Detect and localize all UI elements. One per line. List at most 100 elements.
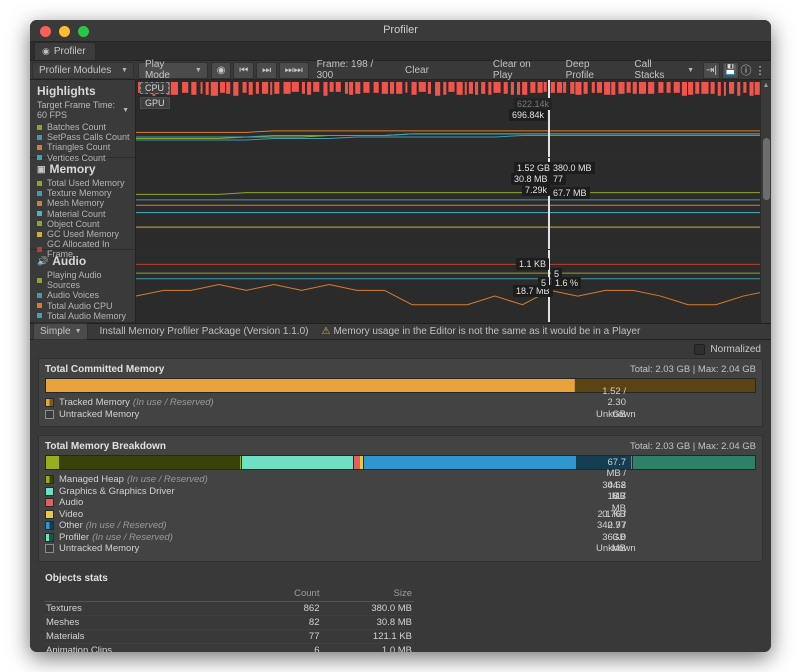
legend-row: Audio 18.7 MB (45, 497, 756, 509)
play-mode-dropdown[interactable]: Play Mode ▼ (138, 62, 208, 79)
legend-row: Untracked Memory Unknown (45, 409, 756, 421)
counter-mesh-memory: Mesh Memory (30, 198, 135, 208)
chart-graphs[interactable]: Highlights CPU GPU 622.14k 696.84k 1.52 … (136, 80, 771, 323)
counter-triangles-count: Triangles Count (30, 142, 135, 152)
counter-texture-memory: Texture Memory (30, 188, 135, 198)
objects-stats-title: Objects stats (44, 570, 757, 588)
legend-swatch (45, 487, 54, 496)
save-profile-button[interactable]: 💾 (722, 62, 739, 79)
legend-swatch (45, 398, 54, 407)
cpu-tag[interactable]: CPU (140, 82, 169, 94)
module-memory[interactable]: ▣ Memory Total Used Memory Texture Memor… (30, 158, 135, 250)
bar-segment-managed-heap-reserved[interactable] (59, 456, 241, 469)
bar-segment-graphics[interactable] (242, 456, 353, 469)
module-audio[interactable]: 🔊 Audio Playing Audio Sources Audio Voic… (30, 250, 135, 323)
section-total: Total: 2.03 GB | Max: 2.04 GB (630, 364, 756, 375)
call-stacks-dropdown[interactable]: Call Stacks ▼ (628, 62, 699, 79)
window-titlebar: Profiler (30, 20, 771, 42)
install-memory-profiler-button[interactable]: Install Memory Profiler Package (Version… (90, 326, 316, 337)
column-header-name (44, 588, 219, 602)
module-title: ▣ Memory (30, 161, 135, 178)
next-frame-icon: ⏭ (262, 65, 271, 76)
previous-frame-button[interactable]: ⏮ (233, 62, 254, 79)
help-button[interactable]: ⓘ (739, 62, 753, 79)
table-row: Textures 862 380.0 MB (44, 601, 414, 615)
last-frame-button[interactable]: ⏭⏭ (279, 62, 309, 79)
frame-counter: Frame: 198 / 300 (310, 59, 398, 81)
section-header: Total Committed Memory Total: 2.03 GB | … (45, 364, 756, 378)
counter-setpass-calls-count: SetPass Calls Count (30, 132, 135, 142)
charts-scrollbar[interactable]: ▲ (760, 80, 771, 323)
committed-legend: Tracked Memory (In use / Reserved) 1.52 … (45, 397, 756, 420)
tab-label: Profiler (54, 46, 86, 57)
bar-segment-tracked[interactable] (46, 379, 574, 392)
playhead-marker[interactable] (548, 80, 550, 157)
normalized-checkbox[interactable] (694, 344, 705, 355)
tab-profiler[interactable]: ◉ Profiler (34, 42, 96, 60)
color-swatch (37, 201, 42, 206)
bar-segment-managed-heap-inuse[interactable] (46, 456, 59, 469)
module-list: Highlights Target Frame Time: 60 FPS ▼ B… (30, 80, 136, 323)
chevron-down-icon: ▼ (121, 67, 128, 74)
scroll-up-arrow[interactable]: ▲ (763, 81, 770, 90)
color-swatch (37, 211, 42, 216)
chart-value-label: 7.29k (522, 184, 550, 196)
profiler-window: Profiler ◉ Profiler Profiler Modules ▼ P… (30, 20, 771, 652)
color-swatch (37, 221, 42, 226)
record-icon: ◉ (217, 65, 226, 76)
graph-highlights[interactable]: Highlights CPU GPU 622.14k 696.84k (136, 80, 771, 158)
next-frame-button[interactable]: ⏭ (256, 62, 277, 79)
module-highlights[interactable]: Highlights Target Frame Time: 60 FPS ▼ B… (30, 80, 135, 158)
graph-memory[interactable]: 1.52 GB 30.8 MB 7.29k 380.0 MB 77 67.7 M… (136, 158, 771, 250)
load-profile-button[interactable]: ⇥| (703, 62, 720, 79)
table-row: Animation Clips 6 1.0 MB (44, 643, 414, 652)
profiler-modules-dropdown[interactable]: Profiler Modules ▼ (32, 62, 134, 79)
chevron-down-icon: ▼ (687, 67, 694, 74)
table-header-row: Count Size (44, 588, 414, 602)
bar-segment-other-inuse[interactable] (364, 456, 576, 469)
chart-value-label: 5 (538, 277, 549, 289)
column-header-size: Size (321, 588, 414, 602)
gpu-tag[interactable]: GPU (140, 97, 170, 109)
record-button[interactable]: ◉ (211, 62, 232, 79)
breakdown-legend: Managed Heap (In use / Reserved) 67.7 MB… (45, 474, 756, 555)
normalized-label: Normalized (710, 344, 761, 355)
color-swatch (37, 303, 42, 308)
chart-value-label: 1.1 KB (516, 258, 549, 270)
color-swatch (37, 191, 42, 196)
counter-playing-audio-sources: Playing Audio Sources (30, 270, 135, 290)
color-swatch (37, 232, 42, 237)
legend-row: Tracked Memory (In use / Reserved) 1.52 … (45, 397, 756, 409)
profiler-icon: ◉ (42, 47, 50, 56)
legend-swatch (45, 475, 54, 484)
deep-profile-toggle[interactable]: Deep Profile (559, 59, 627, 81)
clear-on-play-toggle[interactable]: Clear on Play (486, 59, 559, 81)
graph-audio[interactable]: 1.1 KB 18.7 MB 5 5 1.6 % (136, 250, 771, 323)
bar-segment-video[interactable] (360, 456, 362, 469)
memory-detail-body: Normalized Total Committed Memory Total:… (30, 340, 771, 652)
warning-icon: ⚠ (322, 326, 331, 337)
target-frame-time-dropdown[interactable]: Target Frame Time: 60 FPS ▼ (30, 100, 135, 122)
objects-stats-section: Objects stats Count Size Textures 862 38… (38, 570, 763, 653)
audio-lines (136, 250, 771, 322)
scrollbar-thumb[interactable] (763, 138, 770, 200)
section-total: Total: 2.03 GB | Max: 2.04 GB (630, 441, 756, 452)
clear-button[interactable]: Clear (398, 65, 436, 76)
color-swatch (37, 125, 42, 130)
counter-object-count: Object Count (30, 219, 135, 229)
color-swatch (37, 181, 42, 186)
color-swatch (37, 293, 42, 298)
column-header-count: Count (219, 588, 322, 602)
more-menu-button[interactable]: ⋮ (753, 62, 767, 79)
view-mode-dropdown[interactable]: Simple ▼ (33, 323, 88, 340)
chart-value-label: 1.6 % (552, 277, 581, 289)
counter-total-audio-cpu: Total Audio CPU (30, 301, 135, 311)
module-title: Highlights (30, 83, 135, 100)
normalized-toggle[interactable]: Normalized (30, 340, 771, 358)
previous-frame-icon: ⏮ (239, 65, 248, 76)
toolbar-right-group: ⇥| 💾 ⓘ ⋮ (701, 62, 771, 79)
chevron-down-icon: ▼ (75, 328, 82, 335)
table-row: Meshes 82 30.8 MB (44, 615, 414, 629)
play-mode-label: Play Mode (145, 59, 191, 81)
help-icon: ⓘ (741, 62, 752, 78)
